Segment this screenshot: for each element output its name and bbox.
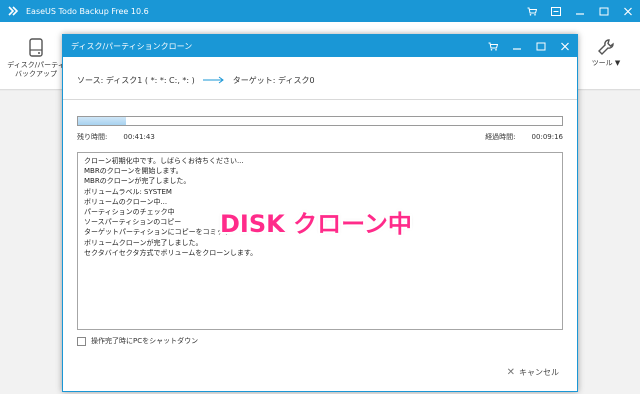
source-value: ディスク1 ( *: *: C:, *: ) <box>105 76 195 85</box>
elapsed-time: 経過時間: 00:09:16 <box>485 132 563 142</box>
app-titlebar: EaseUS Todo Backup Free 10.6 <box>0 0 640 22</box>
progress-fill <box>78 117 127 125</box>
close-icon[interactable] <box>616 0 640 22</box>
dialog-title: ディスク/パーティションクローン <box>71 41 193 51</box>
shutdown-checkbox[interactable] <box>77 336 86 346</box>
dialog-titlebar: ディスク/パーティションクローン <box>63 35 577 57</box>
progress-bar <box>77 116 563 126</box>
log-line: クローン初期化中です。しばらくお待ちください... <box>84 157 244 165</box>
backup-label-line2: バックアップ <box>15 70 57 78</box>
remaining-label: 残り時間: <box>77 133 108 141</box>
feedback-icon[interactable] <box>544 0 568 22</box>
elapsed-label: 経過時間: <box>485 133 516 141</box>
log-line: ボリュームラベル: SYSTEM <box>84 187 172 196</box>
dialog-close-icon[interactable] <box>553 35 577 57</box>
remaining-time: 残り時間: 00:41:43 <box>77 132 155 142</box>
minimize-icon[interactable] <box>568 0 592 22</box>
log-line: MBRのクローンを開始します。 <box>84 167 183 176</box>
tools-label: ツール ▼ <box>591 59 621 67</box>
elapsed-value: 00:09:16 <box>531 133 563 141</box>
cancel-label: キャンセル <box>519 368 559 377</box>
shutdown-option[interactable]: 操作完了時にPCをシャットダウン <box>77 336 198 346</box>
cancel-button[interactable]: ✕ キャンセル <box>507 367 559 378</box>
disk-partition-backup-button[interactable]: ディスク/パーティ バックアップ <box>6 38 66 79</box>
target-label: ターゲット: <box>232 76 276 85</box>
log-line: MBRのクローンが完了しました。 <box>84 177 191 186</box>
clone-route: ソース: ディスク1 ( *: *: C:, *: ) ターゲット: ディスク0 <box>77 75 315 86</box>
shutdown-label: 操作完了時にPCをシャットダウン <box>91 337 199 345</box>
log-line: ボリュームクローンが完了しました。 <box>84 238 203 247</box>
app-logo-icon <box>6 4 20 18</box>
dialog-cart-icon[interactable] <box>481 35 505 57</box>
dialog-minimize-icon[interactable] <box>505 35 529 57</box>
remaining-value: 00:41:43 <box>123 133 155 141</box>
app-title: EaseUS Todo Backup Free 10.6 <box>26 6 149 16</box>
target-value: ディスク0 <box>278 76 315 85</box>
arrow-right-icon <box>202 76 225 86</box>
overlay-caption: DISK クローン中 <box>220 210 412 238</box>
divider <box>63 99 577 100</box>
cancel-x-icon: ✕ <box>506 367 515 378</box>
log-line: セクタバイセクタ方式でボリュームをクローンします。 <box>84 248 258 257</box>
backup-label-line1: ディスク/パーティ <box>7 61 65 69</box>
maximize-icon[interactable] <box>592 0 616 22</box>
wrench-icon <box>597 38 615 59</box>
tools-menu-button[interactable]: ツール ▼ <box>586 38 626 68</box>
log-box[interactable]: クローン初期化中です。しばらくお待ちください... MBRのクローンを開始します。… <box>77 152 563 330</box>
disk-icon <box>28 38 44 61</box>
source-label: ソース: <box>77 76 104 85</box>
cart-icon[interactable] <box>520 0 544 22</box>
dialog-maximize-icon[interactable] <box>529 35 553 57</box>
